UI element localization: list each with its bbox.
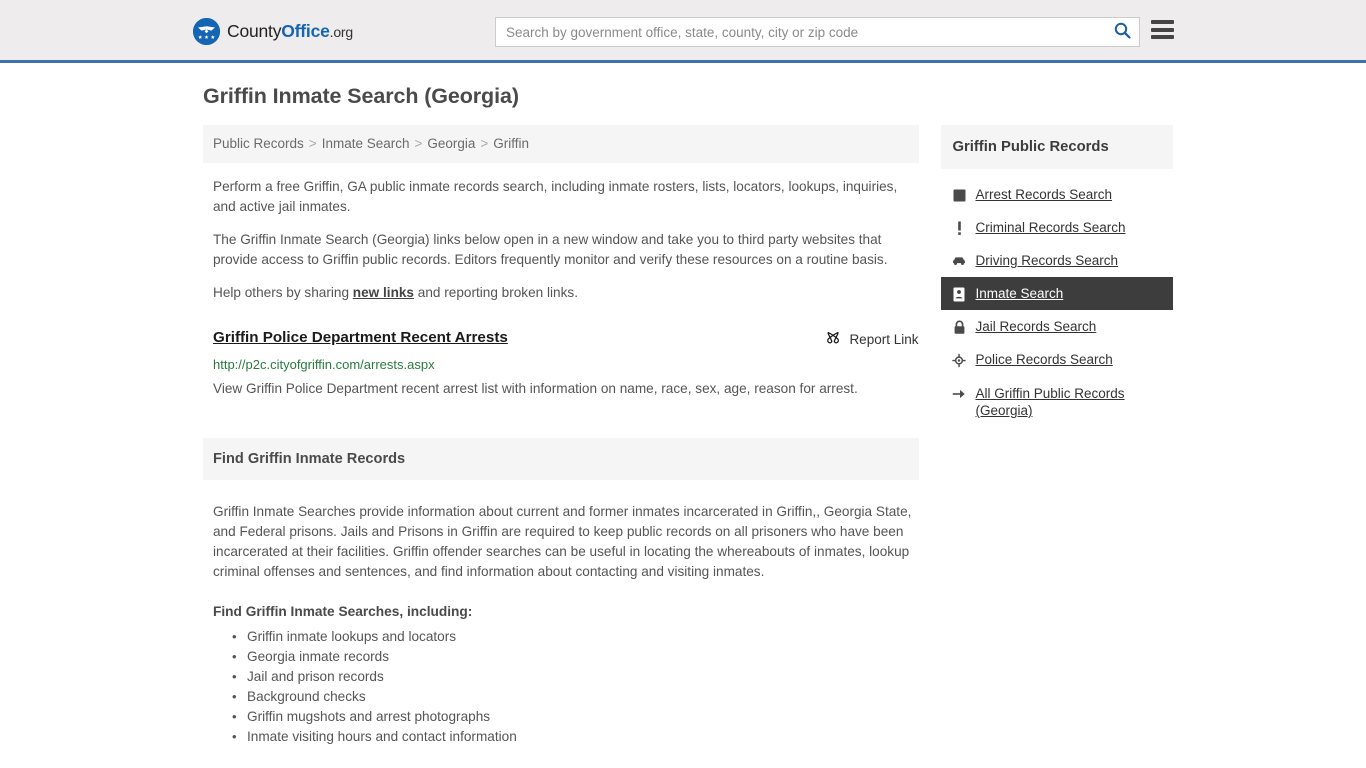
feature-list: Griffin inmate lookups and locators Geor…: [213, 627, 919, 747]
result-url: http://p2c.cityofgriffin.com/arrests.asp…: [213, 357, 435, 372]
square-badge-icon: [952, 187, 966, 203]
breadcrumb-item-public-records[interactable]: Public Records: [213, 136, 304, 151]
broken-link-icon: [825, 330, 841, 349]
breadcrumb: Public Records > Inmate Search > Georgia > Gri…: [203, 125, 920, 163]
breadcrumb-item-inmate-search[interactable]: Inmate Search: [322, 136, 410, 151]
sidebar-item-all-public-records[interactable]: All Griffin Public Records (Georgia): [941, 376, 1173, 427]
breadcrumb-item-griffin[interactable]: Griffin: [493, 136, 529, 151]
search-input[interactable]: [496, 19, 1105, 45]
list-item: Georgia inmate records: [232, 647, 919, 667]
result-item: Griffin Police Department Recent Arrests…: [203, 316, 919, 400]
list-item: Jail and prison records: [232, 667, 919, 687]
result-title-link[interactable]: Griffin Police Department Recent Arrests: [213, 328, 508, 348]
new-links-link[interactable]: new links: [353, 285, 414, 300]
intro-paragraph-3-before: Help others by sharing: [213, 285, 353, 300]
page-body: Griffin Inmate Search (Georgia) Public R…: [0, 63, 1366, 747]
breadcrumb-separator-1: >: [308, 136, 317, 151]
search-icon: [1114, 22, 1131, 42]
hamburger-bar-3: [1151, 35, 1174, 39]
site-logo[interactable]: CountyOffice.org: [193, 18, 353, 45]
sidebar-item-label: Inmate Search: [975, 286, 1064, 301]
sidebar-item-label: Police Records Search: [975, 352, 1113, 367]
breadcrumb-separator-3: >: [480, 136, 489, 151]
hamburger-bar-2: [1151, 27, 1174, 32]
intro-paragraph-3-after: and reporting broken links.: [414, 285, 578, 300]
sidebar-item-label: All Griffin Public Records (Georgia): [975, 386, 1125, 418]
sidebar-header: Griffin Public Records: [941, 125, 1173, 169]
section-body: Griffin Inmate Searches provide informat…: [203, 502, 919, 747]
search-bar[interactable]: [495, 17, 1140, 47]
list-item: Griffin inmate lookups and locators: [232, 627, 919, 647]
main-content: Public Records > Inmate Search > Georgia > Gri…: [203, 125, 920, 747]
sidebar-item-driving-records[interactable]: Driving Records Search: [941, 244, 1173, 277]
logo-text-county: County: [227, 21, 282, 41]
eagle-shield-icon: [193, 18, 220, 45]
sidebar-item-label: Jail Records Search: [975, 319, 1097, 334]
page-title: Griffin Inmate Search (Georgia): [203, 84, 519, 108]
sidebar-item-label: Criminal Records Search: [975, 220, 1126, 235]
breadcrumb-separator-2: >: [414, 136, 423, 151]
list-item: Background checks: [232, 687, 919, 707]
section-heading: Find Griffin Inmate Records: [213, 451, 406, 467]
lock-icon: [952, 319, 966, 335]
hamburger-bar-1: [1151, 20, 1174, 24]
sidebar-item-criminal-records[interactable]: Criminal Records Search: [941, 211, 1173, 244]
list-item: Inmate visiting hours and contact inform…: [232, 727, 919, 747]
exclamation-icon: [952, 220, 966, 236]
result-description: View Griffin Police Department recent ar…: [213, 381, 858, 396]
sidebar-item-label: Arrest Records Search: [975, 187, 1113, 202]
report-link-button[interactable]: Report Link: [825, 330, 919, 349]
sidebar-item-label: Driving Records Search: [975, 253, 1119, 268]
sidebar-item-arrest-records[interactable]: Arrest Records Search: [941, 178, 1173, 211]
section-lead-paragraph: Griffin Inmate Searches provide informat…: [213, 504, 912, 579]
list-item: Griffin mugshots and arrest photographs: [232, 707, 919, 727]
sidebar-item-inmate-search[interactable]: Inmate Search: [941, 277, 1173, 310]
section-subheading: Find Griffin Inmate Searches, including:: [213, 604, 473, 619]
intro-paragraph-3: Help others by sharing new links and rep…: [203, 283, 919, 303]
search-button[interactable]: [1105, 18, 1139, 46]
section-header-bar: Find Griffin Inmate Records: [203, 438, 920, 480]
report-link-label: Report Link: [849, 332, 919, 347]
intro-paragraph-2: The Griffin Inmate Search (Georgia) link…: [213, 232, 888, 267]
logo-text-tld: .org: [329, 24, 354, 40]
sidebar-list: Arrest Records Search Criminal Records S…: [941, 178, 1173, 427]
sidebar: Griffin Public Records Arrest Records Se…: [941, 125, 1173, 427]
breadcrumb-item-georgia[interactable]: Georgia: [427, 136, 475, 151]
logo-text: CountyOffice.org: [227, 21, 353, 42]
id-card-icon: [952, 286, 966, 302]
sidebar-heading: Griffin Public Records: [952, 139, 1109, 155]
intro-paragraph-1: Perform a free Griffin, GA public inmate…: [213, 179, 898, 214]
logo-text-office: Office: [281, 21, 330, 41]
site-header: CountyOffice.org: [0, 0, 1366, 63]
police-badge-icon: [952, 352, 967, 368]
sidebar-item-jail-records[interactable]: Jail Records Search: [941, 310, 1173, 343]
car-icon: [952, 253, 966, 269]
arrow-right-icon: [952, 386, 966, 402]
sidebar-item-police-records[interactable]: Police Records Search: [941, 343, 1173, 376]
hamburger-menu-icon[interactable]: [1151, 20, 1174, 39]
